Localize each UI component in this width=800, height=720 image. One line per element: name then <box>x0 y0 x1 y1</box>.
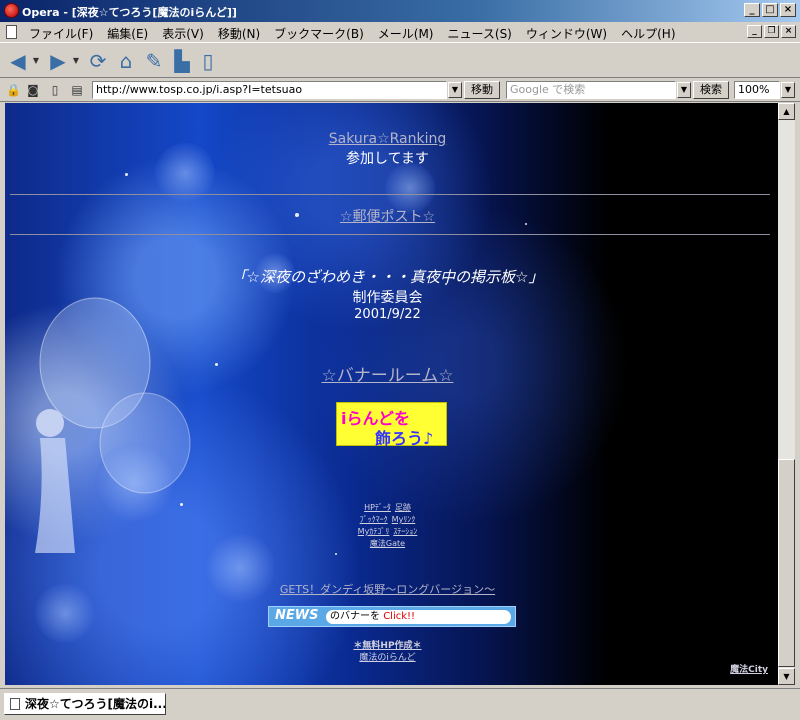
gets-link[interactable]: GETS！ダンディ坂野～ロングバージョン～ <box>5 581 770 597</box>
hp-data-link[interactable]: HPﾃﾞｰﾀ <box>364 503 391 512</box>
menu-bar: ファイル(F) 編集(E) 表示(V) 移動(N) ブックマーク(B) メール(… <box>0 22 800 42</box>
forward-dropdown-icon[interactable]: ▼ <box>72 49 80 73</box>
news-click: Click!! <box>383 611 416 622</box>
forward-icon[interactable]: ▶ <box>46 49 70 73</box>
menu-help[interactable]: ヘルプ(H) <box>614 25 682 42</box>
opera-logo-icon <box>4 3 19 18</box>
back-dropdown-icon[interactable]: ▼ <box>32 49 40 73</box>
reload-icon[interactable]: ⟳ <box>86 49 110 73</box>
board-title: 「☆深夜のざわめき・・・真夜中の掲示板☆」 <box>231 268 544 286</box>
url-input[interactable]: http://www.tosp.co.jp/i.asp?I=tetsuao <box>92 81 447 99</box>
maho-iland-row: 魔法のiらんど <box>5 652 770 664</box>
maho-gate-link[interactable]: 魔法Gate <box>370 539 405 548</box>
station-link[interactable]: ｽﾃｰｼｮﾝ <box>393 527 417 536</box>
tab-title: 深夜☆てつろう[魔法のi... <box>25 697 166 711</box>
small-links-row: 魔法Gate <box>5 538 770 550</box>
search-button[interactable]: 検索 <box>693 81 729 99</box>
maho-city-link[interactable]: 魔法City <box>730 662 768 675</box>
minimize-button[interactable]: _ <box>744 3 760 17</box>
zoom-field[interactable]: 100% <box>734 81 780 99</box>
scroll-down-icon[interactable]: ▼ <box>778 668 795 685</box>
page-tab-bar: 深夜☆てつろう[魔法のi... <box>0 688 800 720</box>
page-icon[interactable]: ▯ <box>196 49 220 73</box>
search-dropdown-icon[interactable]: ▼ <box>677 82 691 98</box>
zoom-dropdown-icon[interactable]: ▼ <box>781 82 795 98</box>
postbox-link[interactable]: ☆郵便ポスト☆ <box>5 206 770 226</box>
board-subtitle: 制作委員会 <box>352 290 423 306</box>
sparkle <box>335 553 337 555</box>
menu-window[interactable]: ウィンドウ(W) <box>519 25 614 42</box>
bookmark-link[interactable]: ﾌﾞｯｸﾏｰｸ <box>360 515 388 524</box>
scroll-up-icon[interactable]: ▲ <box>778 103 795 120</box>
url-dropdown-icon[interactable]: ▼ <box>448 82 462 98</box>
camera-icon[interactable]: ◙ <box>26 83 40 97</box>
divider <box>10 194 770 195</box>
my-link-link[interactable]: Myﾘﾝｸ <box>392 515 416 524</box>
menu-view[interactable]: 表示(V) <box>155 25 211 42</box>
menu-bookmarks[interactable]: ブックマーク(B) <box>267 25 371 42</box>
iland-banner-line2: 飾ろう♪ <box>375 429 434 448</box>
news-banner[interactable]: NEWS のバナーを Click!! <box>268 606 516 627</box>
lock-icon[interactable]: 🔒 <box>6 83 21 97</box>
news-label: NEWS <box>275 608 319 623</box>
address-bar: 🔒 ◙ ▯ ▤ http://www.tosp.co.jp/i.asp?I=te… <box>0 78 800 102</box>
back-icon[interactable]: ◀ <box>6 49 30 73</box>
sparkle <box>125 173 128 176</box>
document-icon[interactable] <box>6 25 17 39</box>
small-links-row: Myｶﾃｺﾞﾘ ｽﾃｰｼｮﾝ <box>5 526 770 538</box>
vertical-scrollbar[interactable]: ▲ ▼ <box>778 103 795 685</box>
sakura-sub-text: 参加してます <box>346 151 429 167</box>
window-title: Opera - [深夜☆てつろう[魔法のiらんど]] <box>22 6 237 19</box>
menu-edit[interactable]: 編集(E) <box>100 25 155 42</box>
board-date: 2001/9/22 <box>354 307 421 322</box>
my-category-link[interactable]: Myｶﾃｺﾞﾘ <box>358 527 390 536</box>
go-button[interactable]: 移動 <box>464 81 500 99</box>
search-input[interactable]: Google で検索 <box>506 81 676 99</box>
news-box: のバナーを Click!! <box>326 610 511 624</box>
home-icon[interactable]: ⌂ <box>114 49 138 73</box>
mdi-controls: _ ❐ × <box>747 25 796 38</box>
scroll-thumb[interactable] <box>778 459 795 667</box>
menu-file[interactable]: ファイル(F) <box>22 25 100 42</box>
page-tab[interactable]: 深夜☆てつろう[魔法のi... <box>4 693 166 715</box>
footprint-link[interactable]: 足跡 <box>395 503 411 512</box>
banner-room-link[interactable]: ☆バナールーム☆ <box>5 361 770 386</box>
menu-mail[interactable]: メール(M) <box>371 25 441 42</box>
small-links-row: HPﾃﾞｰﾀ 足跡 <box>5 502 770 514</box>
maximize-button[interactable]: □ <box>762 3 778 17</box>
menu-items: ファイル(F) 編集(E) 表示(V) 移動(N) ブックマーク(B) メール(… <box>22 25 683 42</box>
mdi-close-button[interactable]: × <box>781 25 796 38</box>
free-hp-row: ＊無料HP作成＊ <box>5 640 770 652</box>
free-hp-link[interactable]: ＊無料HP作成＊ <box>353 641 421 651</box>
tab-document-icon <box>10 698 20 710</box>
small-links-row: ﾌﾞｯｸﾏｰｸ Myﾘﾝｸ <box>5 514 770 526</box>
mdi-minimize-button[interactable]: _ <box>747 25 762 38</box>
news-text: のバナーを <box>330 611 384 622</box>
menu-navigate[interactable]: 移動(N) <box>211 25 267 42</box>
close-button[interactable]: × <box>780 3 796 17</box>
navigation-toolbar: ◀ ▼ ▶ ▼ ⟳ ⌂ ✎ ▙ ▯ <box>0 42 800 78</box>
page-viewport[interactable]: """"""""" Sakura☆Ranking 参加してます ☆郵便ポスト☆ … <box>5 103 778 685</box>
window-controls: _ □ × <box>744 3 796 17</box>
iland-banner[interactable]: iらんどを 飾ろう♪ <box>336 402 447 448</box>
divider <box>10 234 770 235</box>
new-page-icon[interactable]: ▯ <box>48 83 62 97</box>
maho-iland-link[interactable]: 魔法のiらんど <box>359 653 415 663</box>
mdi-restore-button[interactable]: ❐ <box>764 25 779 38</box>
top-cut-text: """"""""" <box>5 103 770 106</box>
print-icon[interactable]: ▙ <box>170 49 194 73</box>
sakura-ranking-link[interactable]: Sakura☆Ranking <box>5 131 770 147</box>
title-bar: Opera - [深夜☆てつろう[魔法のiらんど]] _ □ × <box>0 0 800 22</box>
print-small-icon[interactable]: ▤ <box>70 83 84 97</box>
hotlist-icon[interactable]: ✎ <box>142 49 166 73</box>
menu-news[interactable]: ニュース(S) <box>440 25 518 42</box>
